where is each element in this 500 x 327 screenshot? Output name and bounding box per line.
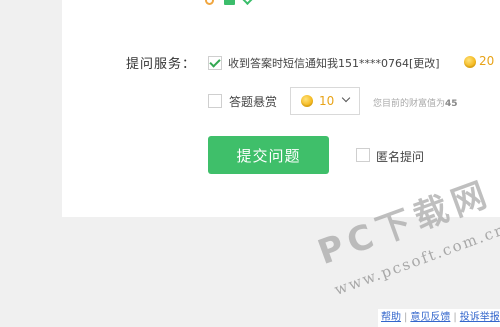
- footer-links: 帮助 | 意见反馈 | 投诉举报: [378, 309, 500, 327]
- chevron-down-icon: [341, 93, 351, 103]
- submit-question-button[interactable]: 提交问题: [208, 136, 329, 174]
- sms-notify-label: 收到答案时短信通知我151****0764[更改]: [228, 57, 440, 70]
- wealth-prefix: 您目前的财富值为: [373, 99, 446, 109]
- wealth-value: 45: [445, 99, 458, 109]
- anonymous-checkbox[interactable]: [356, 148, 370, 162]
- footer-report-link[interactable]: 投诉举报: [460, 312, 500, 323]
- image-icon: [224, 0, 235, 5]
- wealth-info: 您目前的财富值为45: [373, 96, 458, 109]
- top-option-1: [205, 0, 214, 5]
- sms-coin-cost: 20: [479, 54, 495, 68]
- footer-feedback-link[interactable]: 意见反馈: [410, 312, 450, 323]
- service-label: 提问服务：: [126, 57, 197, 72]
- coin-icon: [301, 95, 313, 107]
- footer-help-link[interactable]: 帮助: [381, 312, 401, 323]
- page: 提问服务： 收到答案时短信通知我151****0764[更改] 20 答题悬赏 …: [0, 0, 500, 327]
- top-option-3: [242, 0, 255, 5]
- partial-top-options: [205, 0, 255, 8]
- anonymous-label: 匿名提问: [376, 150, 425, 164]
- footer-separator: |: [404, 312, 408, 323]
- reward-checkbox[interactable]: [208, 94, 222, 108]
- coin-icon: [464, 56, 476, 68]
- footer-separator: |: [453, 312, 457, 323]
- sms-notify-checkbox[interactable]: [208, 56, 222, 70]
- reward-amount-select[interactable]: 10: [290, 87, 360, 115]
- reward-amount-value: 10: [319, 94, 335, 108]
- reward-label: 答题悬赏: [229, 95, 278, 109]
- ring-icon: [205, 0, 214, 5]
- top-option-2: [224, 0, 235, 5]
